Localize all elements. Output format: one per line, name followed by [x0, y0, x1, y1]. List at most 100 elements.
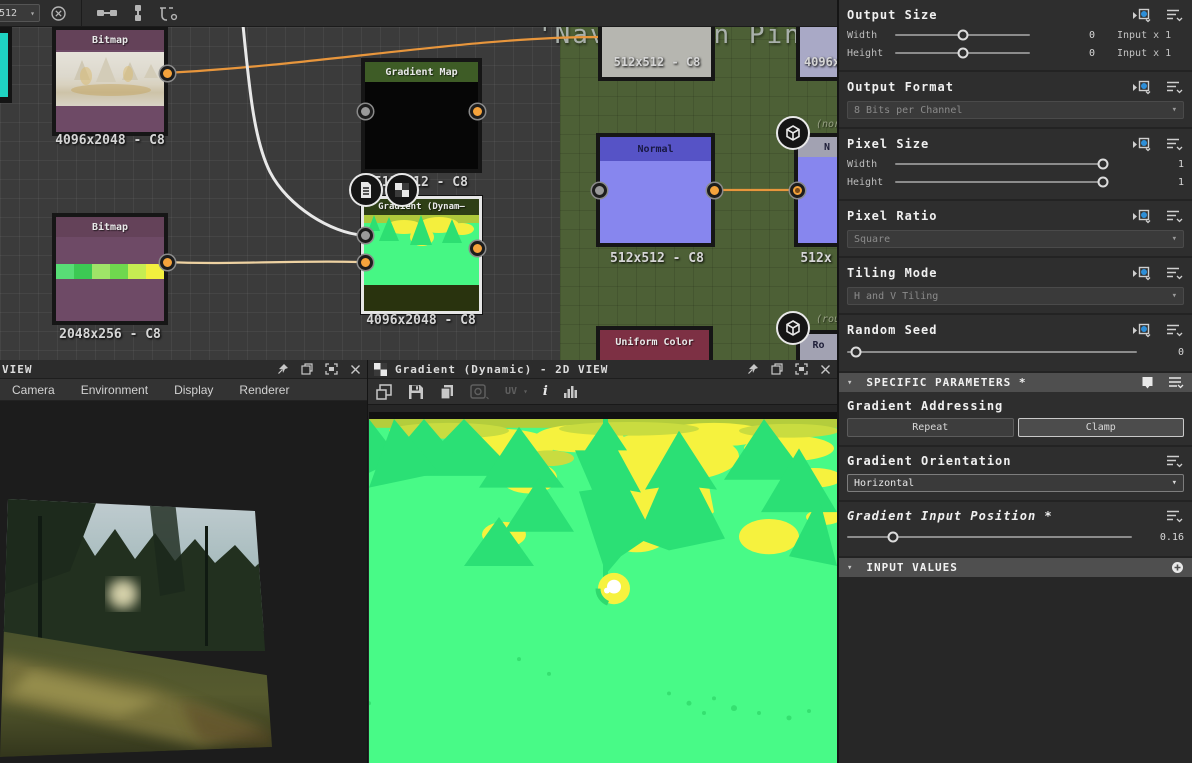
height-slider[interactable]	[895, 176, 1109, 188]
view2d-title: Gradient (Dynamic) - 2D VIEW	[395, 362, 609, 376]
options-icon[interactable]	[1168, 376, 1184, 389]
section-pixel-ratio: Pixel Ratio Square ▾	[839, 201, 1192, 258]
node-top-lavender[interactable]	[796, 27, 837, 81]
options-icon[interactable]	[1166, 454, 1184, 469]
straighten-links-icon[interactable]	[158, 5, 180, 21]
function-icon[interactable]	[1132, 80, 1152, 95]
repeat-button[interactable]: Repeat	[847, 418, 1014, 437]
output-cube-icon[interactable]	[776, 311, 810, 345]
output-usage-label: (rou	[816, 314, 837, 325]
random-seed-slider[interactable]	[847, 346, 1137, 358]
gradient-addressing-title: Gradient Addressing	[847, 399, 1004, 413]
menu-environment[interactable]: Environment	[81, 383, 148, 397]
function-icon[interactable]	[1132, 209, 1152, 224]
width-multiplier[interactable]: Input x 1	[1117, 30, 1171, 41]
layers-icon[interactable]	[376, 383, 393, 400]
offscreen-node[interactable]	[0, 27, 12, 103]
node-bitmap-bottom[interactable]: Bitmap	[52, 213, 168, 325]
maximize-icon[interactable]	[795, 363, 808, 375]
node-gradient-map[interactable]: Gradient Map	[361, 58, 482, 173]
width-label: Width	[847, 29, 878, 41]
node-normal[interactable]: Normal	[596, 133, 715, 247]
function-icon[interactable]	[1132, 8, 1152, 23]
node-properties-icon[interactable]	[349, 173, 383, 207]
options-icon[interactable]	[1166, 80, 1184, 95]
menu-renderer[interactable]: Renderer	[239, 383, 289, 397]
substance-designer-window: 512 ▾ 'Navigation Pin	[0, 0, 1192, 763]
input-connector[interactable]	[358, 228, 373, 243]
link-nodes-icon[interactable]	[96, 7, 118, 19]
output-connector[interactable]	[470, 104, 485, 119]
node-uniform-color[interactable]: Uniform Color	[596, 326, 713, 360]
height-value[interactable]: 0	[1030, 48, 1095, 59]
specific-parameters-bar[interactable]: ▾ SPECIFIC PARAMETERS *	[839, 373, 1192, 392]
info-icon[interactable]: i	[543, 384, 548, 399]
output-cube-icon[interactable]	[776, 116, 810, 150]
save-icon[interactable]	[408, 384, 424, 400]
options-icon[interactable]	[1166, 323, 1184, 338]
function-icon[interactable]	[1132, 137, 1152, 152]
view-in-2d-icon[interactable]	[385, 173, 419, 207]
width-slider[interactable]	[895, 158, 1109, 170]
width-value[interactable]: 0	[1030, 30, 1095, 41]
histogram-icon[interactable]	[563, 384, 579, 399]
input-connector[interactable]	[592, 183, 607, 198]
width-slider[interactable]	[895, 29, 1030, 41]
options-icon[interactable]	[1166, 209, 1184, 224]
close-icon[interactable]	[820, 364, 831, 375]
function-icon[interactable]	[1132, 323, 1152, 338]
tiling-mode-dropdown[interactable]: H and V Tiling ▾	[847, 287, 1184, 305]
clamp-button[interactable]: Clamp	[1017, 418, 1184, 437]
height-multiplier[interactable]: Input x 1	[1117, 48, 1171, 59]
maximize-icon[interactable]	[325, 363, 338, 375]
close-icon[interactable]	[350, 364, 361, 375]
random-seed-value[interactable]: 0	[1137, 347, 1184, 358]
menu-camera[interactable]: Camera	[12, 383, 55, 397]
link-vertical-icon[interactable]	[132, 4, 144, 22]
gradient-input-position-value[interactable]: 0.16	[1132, 532, 1184, 543]
function-icon[interactable]	[1132, 266, 1152, 281]
node-gradient-dynamic[interactable]: Gradient (Dynam—	[361, 196, 482, 314]
graph-size-dropdown[interactable]: 512 ▾	[0, 4, 40, 22]
input-connector[interactable]	[358, 255, 373, 270]
reset-timer-icon[interactable]	[50, 5, 67, 22]
input-connector[interactable]	[358, 104, 373, 119]
node-bitmap-top[interactable]: Bitmap	[52, 27, 168, 136]
input-connector[interactable]	[790, 183, 805, 198]
options-icon[interactable]	[1166, 509, 1184, 524]
output-connector[interactable]	[470, 241, 485, 256]
preset-icon[interactable]	[1141, 376, 1154, 389]
options-icon[interactable]	[1166, 266, 1184, 281]
pin-icon[interactable]	[747, 363, 759, 375]
options-icon[interactable]	[1166, 137, 1184, 152]
view3d-viewport[interactable]	[0, 401, 367, 762]
input-values-bar[interactable]: ▾ INPUT VALUES	[839, 558, 1192, 577]
output-format-dropdown[interactable]: 8 Bits per Channel ▾	[847, 101, 1184, 119]
add-icon[interactable]	[1171, 561, 1184, 574]
gradient-orientation-dropdown[interactable]: Horizontal ▾	[847, 474, 1184, 492]
copy-icon[interactable]	[439, 384, 455, 400]
output-connector[interactable]	[160, 255, 175, 270]
float-window-icon[interactable]	[771, 363, 783, 375]
height-value[interactable]: 1	[1107, 177, 1184, 188]
node-top-gray[interactable]	[598, 27, 715, 81]
output-connector[interactable]	[707, 183, 722, 198]
gradient-input-position-slider[interactable]	[847, 531, 1132, 543]
view3d-header[interactable]: VIEW	[0, 360, 367, 379]
width-value[interactable]: 1	[1107, 159, 1184, 170]
properties-panel: Output Size Width 0 Input x 1 Height 0 I…	[837, 0, 1192, 763]
view2d-toolbar: UV ▾ i	[368, 379, 837, 405]
node-graph-canvas[interactable]: 'Navigation Pin 512x512 - C8 4096x Bitma…	[0, 27, 837, 360]
chevron-down-icon: ▾	[30, 8, 35, 18]
height-slider[interactable]	[895, 47, 1030, 59]
pixel-ratio-dropdown[interactable]: Square ▾	[847, 230, 1184, 248]
float-window-icon[interactable]	[301, 363, 313, 375]
output-connector[interactable]	[160, 66, 175, 81]
uv-toggle[interactable]: UV ▾	[505, 386, 528, 397]
options-icon[interactable]	[1166, 8, 1184, 23]
view2d-viewport[interactable]	[369, 412, 837, 763]
pin-icon[interactable]	[277, 363, 289, 375]
view2d-header[interactable]: Gradient (Dynamic) - 2D VIEW	[368, 360, 837, 379]
menu-display[interactable]: Display	[174, 383, 213, 397]
export-image-icon[interactable]	[470, 383, 490, 400]
